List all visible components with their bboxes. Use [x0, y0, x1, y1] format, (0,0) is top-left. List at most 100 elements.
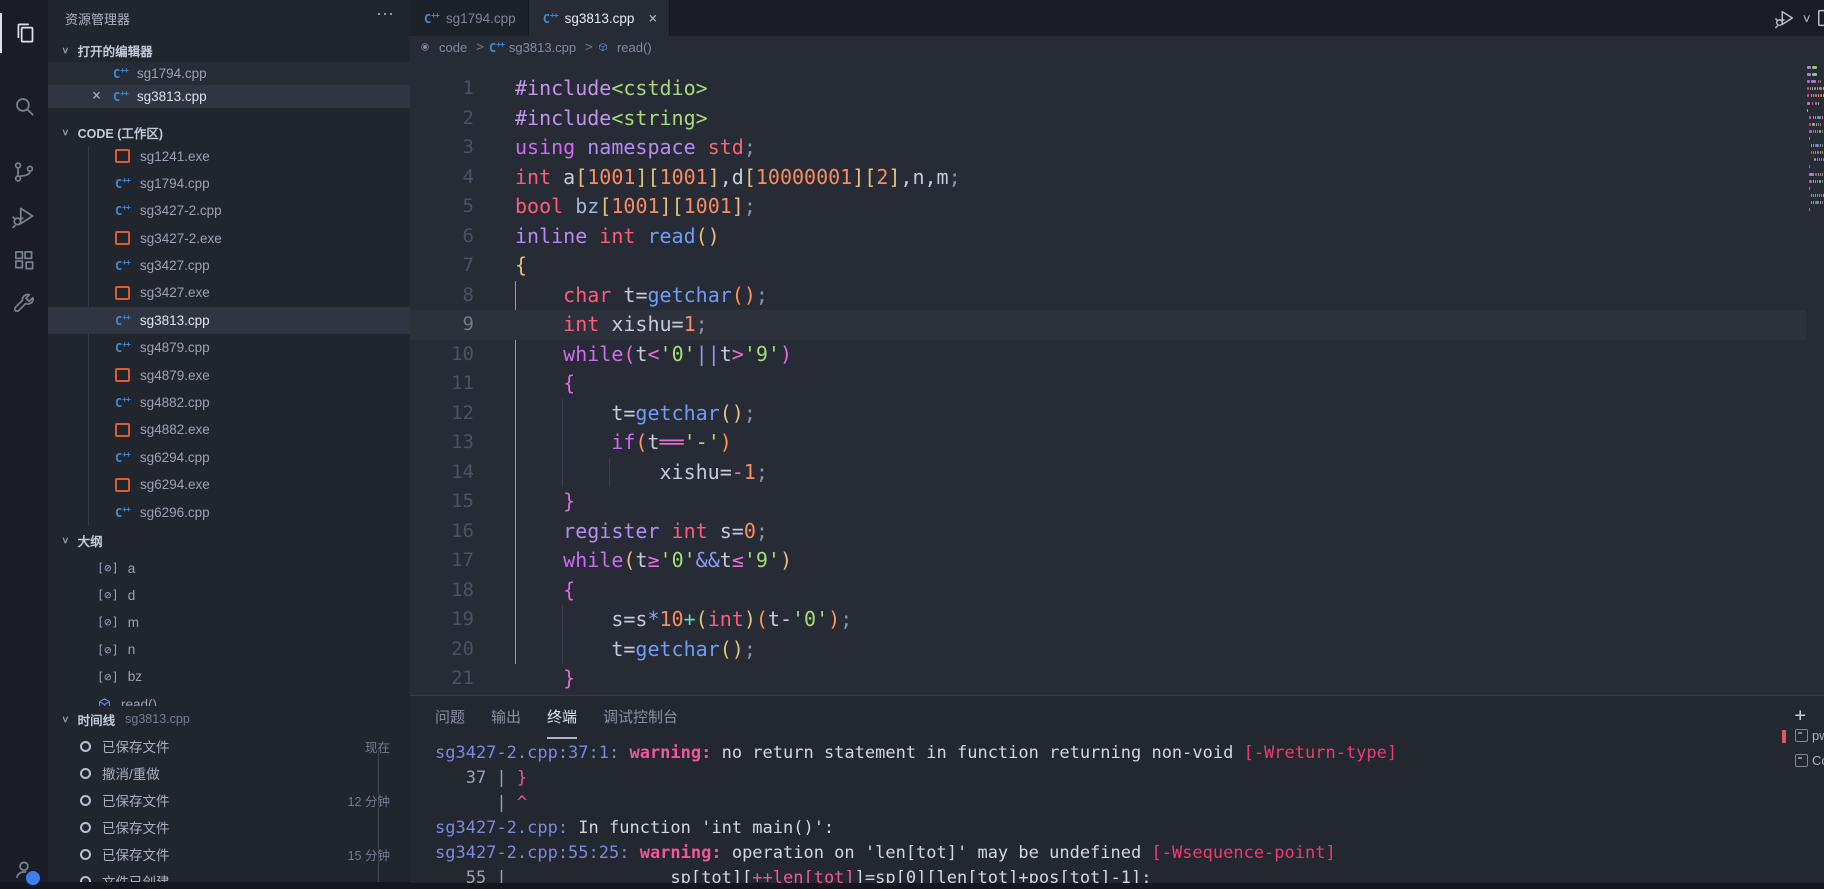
- tree-item-label: sg3813.cpp: [140, 313, 210, 328]
- panel-tab-输出[interactable]: 输出: [491, 696, 521, 741]
- timeline-header[interactable]: > 时间线 sg3813.cpp: [48, 706, 410, 732]
- activity-item-account[interactable]: [0, 849, 48, 889]
- minimap-line: [1807, 66, 1818, 69]
- timeline-item[interactable]: 撤消/重做: [48, 760, 410, 787]
- tree-item[interactable]: C++sg3427-2.cpp: [48, 197, 410, 224]
- breadcrumb-item-read()[interactable]: read(): [598, 40, 652, 55]
- timeline-item[interactable]: 文件已创建: [48, 868, 410, 883]
- more-actions-icon[interactable]: ⋯: [376, 4, 396, 25]
- code-editor[interactable]: 1#include<cstdio>2#include<string>3using…: [410, 58, 1824, 695]
- workspace-header[interactable]: > CODE (工作区): [48, 118, 410, 146]
- exe-file-icon: [115, 149, 130, 163]
- symbol-variable-icon: [⊘]: [97, 588, 119, 602]
- action-chevron-down[interactable]: >: [1802, 11, 1810, 26]
- breadcrumb-item-code[interactable]: code: [420, 40, 467, 55]
- editor-tab-sg3813.cpp[interactable]: C++sg3813.cpp×: [529, 0, 671, 36]
- tree-item[interactable]: C++sg6296.cpp: [48, 499, 410, 526]
- cpp-file-icon: C++: [115, 340, 130, 355]
- outline-item-label: a: [128, 561, 136, 576]
- extensions-icon: [11, 247, 37, 273]
- workspace-label: CODE (工作区): [78, 123, 163, 142]
- activity-item-files[interactable]: [0, 13, 50, 53]
- timeline-item-time: 15 分钟: [348, 845, 390, 864]
- minimap-line: [1807, 158, 1824, 161]
- tree-item[interactable]: sg4882.exe: [48, 416, 410, 443]
- code-line-1: 1#include<cstdio>: [410, 74, 1824, 104]
- tree-item-label: sg1241.exe: [140, 149, 210, 164]
- editor-tab-sg1794.cpp[interactable]: C++sg1794.cpp: [410, 0, 529, 36]
- code-line-20: 20 t=getchar();: [410, 635, 1824, 665]
- minimap[interactable]: [1806, 58, 1824, 695]
- open-editor-item[interactable]: ×C++sg3813.cpp: [48, 85, 410, 108]
- code-text: t=getchar();: [515, 399, 756, 429]
- cpp-file-icon: C++: [115, 395, 130, 410]
- outline-item[interactable]: [⊘]d: [48, 582, 410, 609]
- tree-item[interactable]: sg3427-2.exe: [48, 225, 410, 252]
- source-control-icon: [11, 159, 37, 185]
- code-line-19: 19 s=s*10+(int)(t-'0');: [410, 605, 1824, 635]
- tree-item[interactable]: sg4879.exe: [48, 362, 410, 389]
- tree-item[interactable]: C++sg4882.cpp: [48, 389, 410, 416]
- tree-item[interactable]: C++sg3427.cpp: [48, 252, 410, 279]
- action-split-editor[interactable]: [1816, 7, 1824, 29]
- tree-item[interactable]: C++sg1794.cpp: [48, 170, 410, 197]
- open-editor-item[interactable]: C++sg1794.cpp: [48, 62, 410, 85]
- circle-icon: [420, 40, 430, 54]
- split-editor-icon: [1816, 7, 1824, 29]
- activity-item-search[interactable]: [0, 86, 48, 126]
- line-number: 20: [410, 635, 474, 665]
- panel-tab-问题[interactable]: 问题: [435, 696, 465, 741]
- code-text: #include<cstdio>: [515, 74, 708, 104]
- activity-item-tools[interactable]: [0, 284, 48, 324]
- chevron-down-icon: >: [59, 47, 72, 54]
- minimap-line: [1807, 130, 1824, 133]
- timeline-item[interactable]: 已保存文件现在: [48, 733, 410, 760]
- minimap-line: [1807, 151, 1824, 154]
- exe-file-icon: [115, 478, 130, 492]
- terminal-list-item[interactable]: pw: [1795, 723, 1824, 748]
- panel-tab-label: 问题: [435, 706, 465, 727]
- panel-tab-终端[interactable]: 终端: [547, 696, 577, 741]
- exe-file-icon: [115, 286, 130, 300]
- outline-item[interactable]: read(): [48, 691, 410, 707]
- timeline-item[interactable]: 已保存文件12 分钟: [48, 787, 410, 814]
- symbol-variable-icon: [⊘]: [97, 615, 119, 629]
- code-text: while(t<'0'||t>'9'): [515, 340, 792, 370]
- activity-item-run-debug[interactable]: [0, 196, 48, 236]
- tree-item[interactable]: C++sg4879.cpp: [48, 334, 410, 361]
- tree-item-label: sg3427.exe: [140, 285, 210, 300]
- activity-item-extensions[interactable]: [0, 240, 48, 280]
- outline-item[interactable]: [⊘]bz: [48, 663, 410, 690]
- symbol-variable-icon: [⊘]: [97, 643, 119, 657]
- action-run-debug[interactable]: [1774, 7, 1796, 29]
- timeline-item-label: 已保存文件: [102, 736, 170, 756]
- outline-item[interactable]: [⊘]m: [48, 609, 410, 636]
- tree-item[interactable]: C++sg6294.cpp: [48, 444, 410, 471]
- terminal-list: pwCo: [1795, 723, 1824, 773]
- breadcrumb-item-sg3813.cpp[interactable]: C++sg3813.cpp: [489, 40, 576, 55]
- activity-item-source-control[interactable]: [0, 152, 48, 192]
- terminal-list-item[interactable]: Co: [1795, 748, 1824, 773]
- terminal-output[interactable]: sg3427-2.cpp:37:1: warning: no return st…: [410, 741, 1824, 883]
- outline-item[interactable]: [⊘]a: [48, 555, 410, 582]
- outline-header[interactable]: > 大纲: [48, 527, 410, 554]
- exe-file-icon: [115, 423, 130, 437]
- panel-tab-调试控制台[interactable]: 调试控制台: [603, 696, 678, 741]
- sidebar-title: 资源管理器: [65, 9, 130, 28]
- open-editors-header[interactable]: > 打开的编辑器: [48, 38, 410, 62]
- tree-item[interactable]: sg3427.exe: [48, 279, 410, 306]
- outline-item[interactable]: [⊘]n: [48, 636, 410, 663]
- timeline-item[interactable]: 已保存文件15 分钟: [48, 841, 410, 868]
- panel-tab-label: 调试控制台: [603, 706, 678, 727]
- minimap-line: [1807, 144, 1824, 147]
- close-icon[interactable]: ×: [648, 9, 657, 27]
- tree-item-label: sg3427-2.exe: [140, 231, 222, 246]
- account-badge: [24, 869, 42, 887]
- tree-item[interactable]: C++sg3813.cpp: [48, 307, 410, 334]
- tree-item[interactable]: sg6294.exe: [48, 471, 410, 498]
- tree-item[interactable]: sg1241.exe: [48, 146, 410, 170]
- close-icon[interactable]: ×: [92, 86, 101, 104]
- timeline-dot-icon: [80, 876, 91, 883]
- timeline-item[interactable]: 已保存文件: [48, 814, 410, 841]
- terminal-line: 37 | }: [435, 766, 527, 791]
